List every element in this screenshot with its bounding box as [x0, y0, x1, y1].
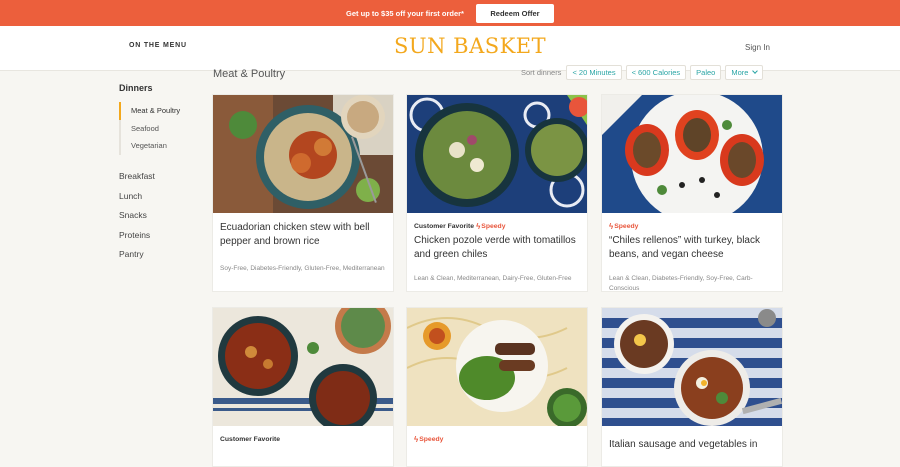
- filter-under-20-minutes[interactable]: < 20 Minutes: [566, 65, 622, 80]
- card-body: ϟ Speedy: [407, 426, 587, 455]
- recipe-title[interactable]: Italian sausage and vegetables in: [609, 438, 775, 452]
- customer-favorite-badge: Customer Favorite: [414, 222, 475, 230]
- promo-banner: Get up to $35 off your first order* Rede…: [0, 0, 900, 26]
- speedy-badge: Speedy: [419, 435, 444, 443]
- customer-favorite-badge: Customer Favorite: [220, 435, 281, 443]
- recipe-tags: Soy-Free, Diabetes-Friendly, Gluten-Free…: [220, 265, 385, 272]
- badges: ϟ Speedy: [609, 221, 775, 231]
- on-the-menu-link[interactable]: ON THE MENU: [129, 42, 187, 49]
- filter-under-600-calories[interactable]: < 600 Calories: [625, 65, 687, 80]
- sun-basket-logo[interactable]: SUN BASKET: [394, 34, 546, 58]
- recipe-tags: Lean & Clean, Diabetes-Friendly, Soy-Fre…: [609, 275, 753, 292]
- sidebar-item-lunch[interactable]: Lunch: [119, 186, 199, 206]
- recipe-image-chiles-rellenos[interactable]: [602, 95, 782, 213]
- category-sidebar: Dinners Meat & Poultry Seafood Vegetaria…: [119, 83, 199, 264]
- recipe-image-pozole-verde[interactable]: [407, 95, 587, 213]
- card-body: Customer Favorite: [213, 426, 393, 455]
- sidebar-item-snacks[interactable]: Snacks: [119, 206, 199, 226]
- badges: Customer Favorite ϟ Speedy: [414, 221, 580, 231]
- promo-text: Get up to $35 off your first order*: [346, 8, 464, 18]
- redeem-offer-button[interactable]: Redeem Offer: [475, 3, 554, 23]
- more-filters-button[interactable]: More: [725, 65, 764, 80]
- recipe-card[interactable]: ϟ Speedy: [406, 307, 588, 467]
- sidebar-item-vegetarian[interactable]: Vegetarian: [121, 137, 199, 155]
- speedy-badge: Speedy: [614, 222, 639, 230]
- recipe-card[interactable]: Italian sausage and vegetables in: [601, 307, 783, 467]
- filter-paleo[interactable]: Paleo: [690, 65, 722, 80]
- sign-in-link[interactable]: Sign In: [745, 43, 770, 52]
- lightning-bolt-icon: ϟ: [476, 221, 481, 231]
- chevron-down-icon: [752, 68, 759, 74]
- recipe-card[interactable]: Customer Favorite ϟ Speedy Chicken pozol…: [406, 94, 588, 292]
- sidebar-title-dinners[interactable]: Dinners: [119, 83, 199, 93]
- sidebar-item-seafood[interactable]: Seafood: [121, 120, 199, 138]
- speedy-badge: Speedy: [481, 222, 506, 230]
- sidebar-item-pantry[interactable]: Pantry: [119, 245, 199, 265]
- recipe-image-chicken-stew[interactable]: [213, 95, 393, 213]
- recipe-title[interactable]: “Chiles rellenos” with turkey, black bea…: [609, 234, 775, 262]
- page-title: Meat & Poultry: [213, 68, 286, 80]
- sort-bar: Sort dinners < 20 Minutes < 600 Calories…: [521, 65, 767, 80]
- card-body: Ecuadorian chicken stew with bell pepper…: [213, 213, 393, 282]
- recipe-card[interactable]: ϟ Speedy “Chiles rellenos” with turkey, …: [601, 94, 783, 292]
- sidebar-item-breakfast[interactable]: Breakfast: [119, 167, 199, 187]
- recipe-title[interactable]: Chicken pozole verde with tomatillos and…: [414, 234, 580, 262]
- recipe-card[interactable]: Customer Favorite: [212, 307, 394, 467]
- recipe-image-kebab-salad[interactable]: [407, 308, 587, 426]
- sidebar-item-meat-poultry[interactable]: Meat & Poultry: [119, 102, 199, 120]
- recipe-card[interactable]: Ecuadorian chicken stew with bell pepper…: [212, 94, 394, 292]
- badges: ϟ Speedy: [414, 434, 580, 444]
- more-label: More: [731, 68, 749, 77]
- recipe-image-stew-bowls[interactable]: [213, 308, 393, 426]
- badges: Customer Favorite: [220, 434, 386, 444]
- dinners-subcategory-list: Meat & Poultry Seafood Vegetarian: [119, 102, 199, 155]
- card-body: Customer Favorite ϟ Speedy Chicken pozol…: [407, 213, 587, 292]
- recipe-tags: Lean & Clean, Mediterranean, Dairy-Free,…: [414, 275, 572, 282]
- lightning-bolt-icon: ϟ: [609, 221, 614, 231]
- card-body: ϟ Speedy “Chiles rellenos” with turkey, …: [602, 213, 782, 301]
- sort-label: Sort dinners: [521, 68, 562, 77]
- recipe-image-italian-sausage[interactable]: [602, 308, 782, 426]
- recipe-title[interactable]: Ecuadorian chicken stew with bell pepper…: [220, 221, 386, 249]
- lightning-bolt-icon: ϟ: [414, 434, 419, 444]
- sidebar-item-proteins[interactable]: Proteins: [119, 225, 199, 245]
- card-body: Italian sausage and vegetables in: [602, 426, 782, 460]
